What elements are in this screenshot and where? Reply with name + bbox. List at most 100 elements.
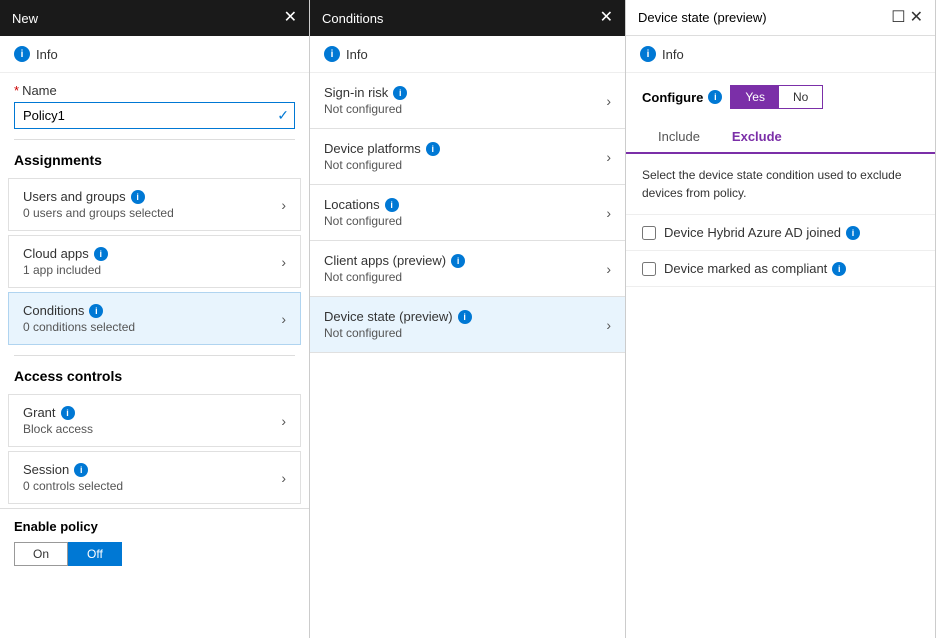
cloud-apps-chevron: › [281, 254, 286, 270]
checkbox1-input[interactable] [642, 226, 656, 240]
device-platforms-left: Device platforms i Not configured [324, 141, 440, 172]
grant-row[interactable]: Grant i Block access › [8, 394, 301, 447]
grant-title: Grant i [23, 405, 281, 420]
signin-risk-left: Sign-in risk i Not configured [324, 85, 407, 116]
policy-name-input[interactable] [14, 102, 295, 129]
enable-section: Enable policy On Off [0, 508, 309, 576]
middle-info-label: Info [346, 47, 368, 62]
signin-risk-row[interactable]: Sign-in risk i Not configured › [310, 73, 625, 129]
access-controls-header: Access controls [0, 356, 309, 390]
middle-panel-title: Conditions [322, 11, 383, 26]
users-groups-chevron: › [281, 197, 286, 213]
checkbox2-input[interactable] [642, 262, 656, 276]
device-platforms-chevron: › [606, 149, 611, 165]
signin-risk-chevron: › [606, 93, 611, 109]
cloud-apps-info-icon: i [94, 247, 108, 261]
middle-info-bar: i Info [310, 36, 625, 73]
signin-risk-title: Sign-in risk i [324, 85, 407, 100]
locations-title: Locations i [324, 197, 402, 212]
checkbox2-row: Device marked as compliant i [626, 251, 935, 287]
cloud-apps-sub: 1 app included [23, 263, 281, 277]
cloud-apps-title: Cloud apps i [23, 246, 281, 261]
users-groups-title: Users and groups i [23, 189, 281, 204]
right-panel-body: i Info Configure i Yes No Include Exclud… [626, 36, 935, 638]
cloud-apps-left: Cloud apps i 1 app included [23, 246, 281, 277]
client-apps-info-icon: i [451, 254, 465, 268]
device-state-left: Device state (preview) i Not configured [324, 309, 472, 340]
right-panel-minimize[interactable]: ☐ [891, 10, 905, 26]
signin-risk-sub: Not configured [324, 102, 407, 116]
session-chevron: › [281, 470, 286, 486]
conditions-sub: 0 conditions selected [23, 320, 281, 334]
middle-panel-header: Conditions ✕ [310, 0, 625, 36]
middle-panel-close[interactable]: ✕ [600, 10, 613, 26]
cloud-apps-row[interactable]: Cloud apps i 1 app included › [8, 235, 301, 288]
left-panel-body: i Info * Name ✓ Assignments Users and gr… [0, 36, 309, 638]
locations-chevron: › [606, 205, 611, 221]
left-info-bar: i Info [0, 36, 309, 73]
middle-panel-body: i Info Sign-in risk i Not configured › D… [310, 36, 625, 638]
device-state-title: Device state (preview) i [324, 309, 472, 324]
users-groups-left: Users and groups i 0 users and groups se… [23, 189, 281, 220]
configure-label: Configure i [642, 90, 722, 105]
tab-exclude[interactable]: Exclude [716, 121, 798, 154]
required-star: * [14, 83, 19, 98]
grant-sub: Block access [23, 422, 281, 436]
right-panel-title: Device state (preview) [638, 10, 767, 25]
conditions-row[interactable]: Conditions i 0 conditions selected › [8, 292, 301, 345]
device-platforms-sub: Not configured [324, 158, 440, 172]
conditions-left: Conditions i 0 conditions selected [23, 303, 281, 334]
configure-info-icon: i [708, 90, 722, 104]
device-state-chevron: › [606, 317, 611, 333]
name-label: * Name [14, 83, 295, 98]
grant-chevron: › [281, 413, 286, 429]
right-panel-close[interactable]: ✕ [910, 10, 923, 26]
left-info-icon: i [14, 46, 30, 62]
left-panel: New ✕ i Info * Name ✓ Assignments Users … [0, 0, 310, 638]
right-panel: Device state (preview) ☐ ✕ i Info Config… [626, 0, 936, 638]
device-state-row[interactable]: Device state (preview) i Not configured … [310, 297, 625, 353]
name-section: * Name ✓ [0, 73, 309, 139]
toggle-on-btn[interactable]: On [14, 542, 68, 566]
session-title: Session i [23, 462, 281, 477]
tab-include[interactable]: Include [642, 121, 716, 154]
session-row[interactable]: Session i 0 controls selected › [8, 451, 301, 504]
signin-risk-info-icon: i [393, 86, 407, 100]
name-check-icon: ✓ [277, 107, 289, 124]
client-apps-chevron: › [606, 261, 611, 277]
locations-info-icon: i [385, 198, 399, 212]
right-info-label: Info [662, 47, 684, 62]
device-platforms-row[interactable]: Device platforms i Not configured › [310, 129, 625, 185]
device-platforms-title: Device platforms i [324, 141, 440, 156]
assignments-header: Assignments [0, 140, 309, 174]
device-state-sub: Not configured [324, 326, 472, 340]
yes-btn[interactable]: Yes [731, 86, 779, 108]
right-panel-header-btns: ☐ ✕ [891, 10, 923, 26]
users-groups-row[interactable]: Users and groups i 0 users and groups se… [8, 178, 301, 231]
session-sub: 0 controls selected [23, 479, 281, 493]
client-apps-sub: Not configured [324, 270, 465, 284]
middle-panel: Conditions ✕ i Info Sign-in risk i Not c… [310, 0, 626, 638]
client-apps-row[interactable]: Client apps (preview) i Not configured › [310, 241, 625, 297]
users-groups-sub: 0 users and groups selected [23, 206, 281, 220]
client-apps-left: Client apps (preview) i Not configured [324, 253, 465, 284]
locations-left: Locations i Not configured [324, 197, 402, 228]
right-info-icon: i [640, 46, 656, 62]
no-btn[interactable]: No [779, 86, 822, 108]
locations-row[interactable]: Locations i Not configured › [310, 185, 625, 241]
left-panel-header: New ✕ [0, 0, 309, 36]
configure-row: Configure i Yes No [626, 73, 935, 121]
toggle-off-btn[interactable]: Off [68, 542, 122, 566]
tabs-row: Include Exclude [626, 121, 935, 154]
users-groups-info-icon: i [131, 190, 145, 204]
right-panel-header: Device state (preview) ☐ ✕ [626, 0, 935, 36]
description-text: Select the device state condition used t… [626, 154, 935, 215]
yes-no-group: Yes No [730, 85, 823, 109]
conditions-chevron: › [281, 311, 286, 327]
conditions-title: Conditions i [23, 303, 281, 318]
grant-left: Grant i Block access [23, 405, 281, 436]
left-panel-close[interactable]: ✕ [284, 10, 297, 26]
grant-info-icon: i [61, 406, 75, 420]
device-platforms-info-icon: i [426, 142, 440, 156]
name-input-wrapper: ✓ [14, 102, 295, 129]
